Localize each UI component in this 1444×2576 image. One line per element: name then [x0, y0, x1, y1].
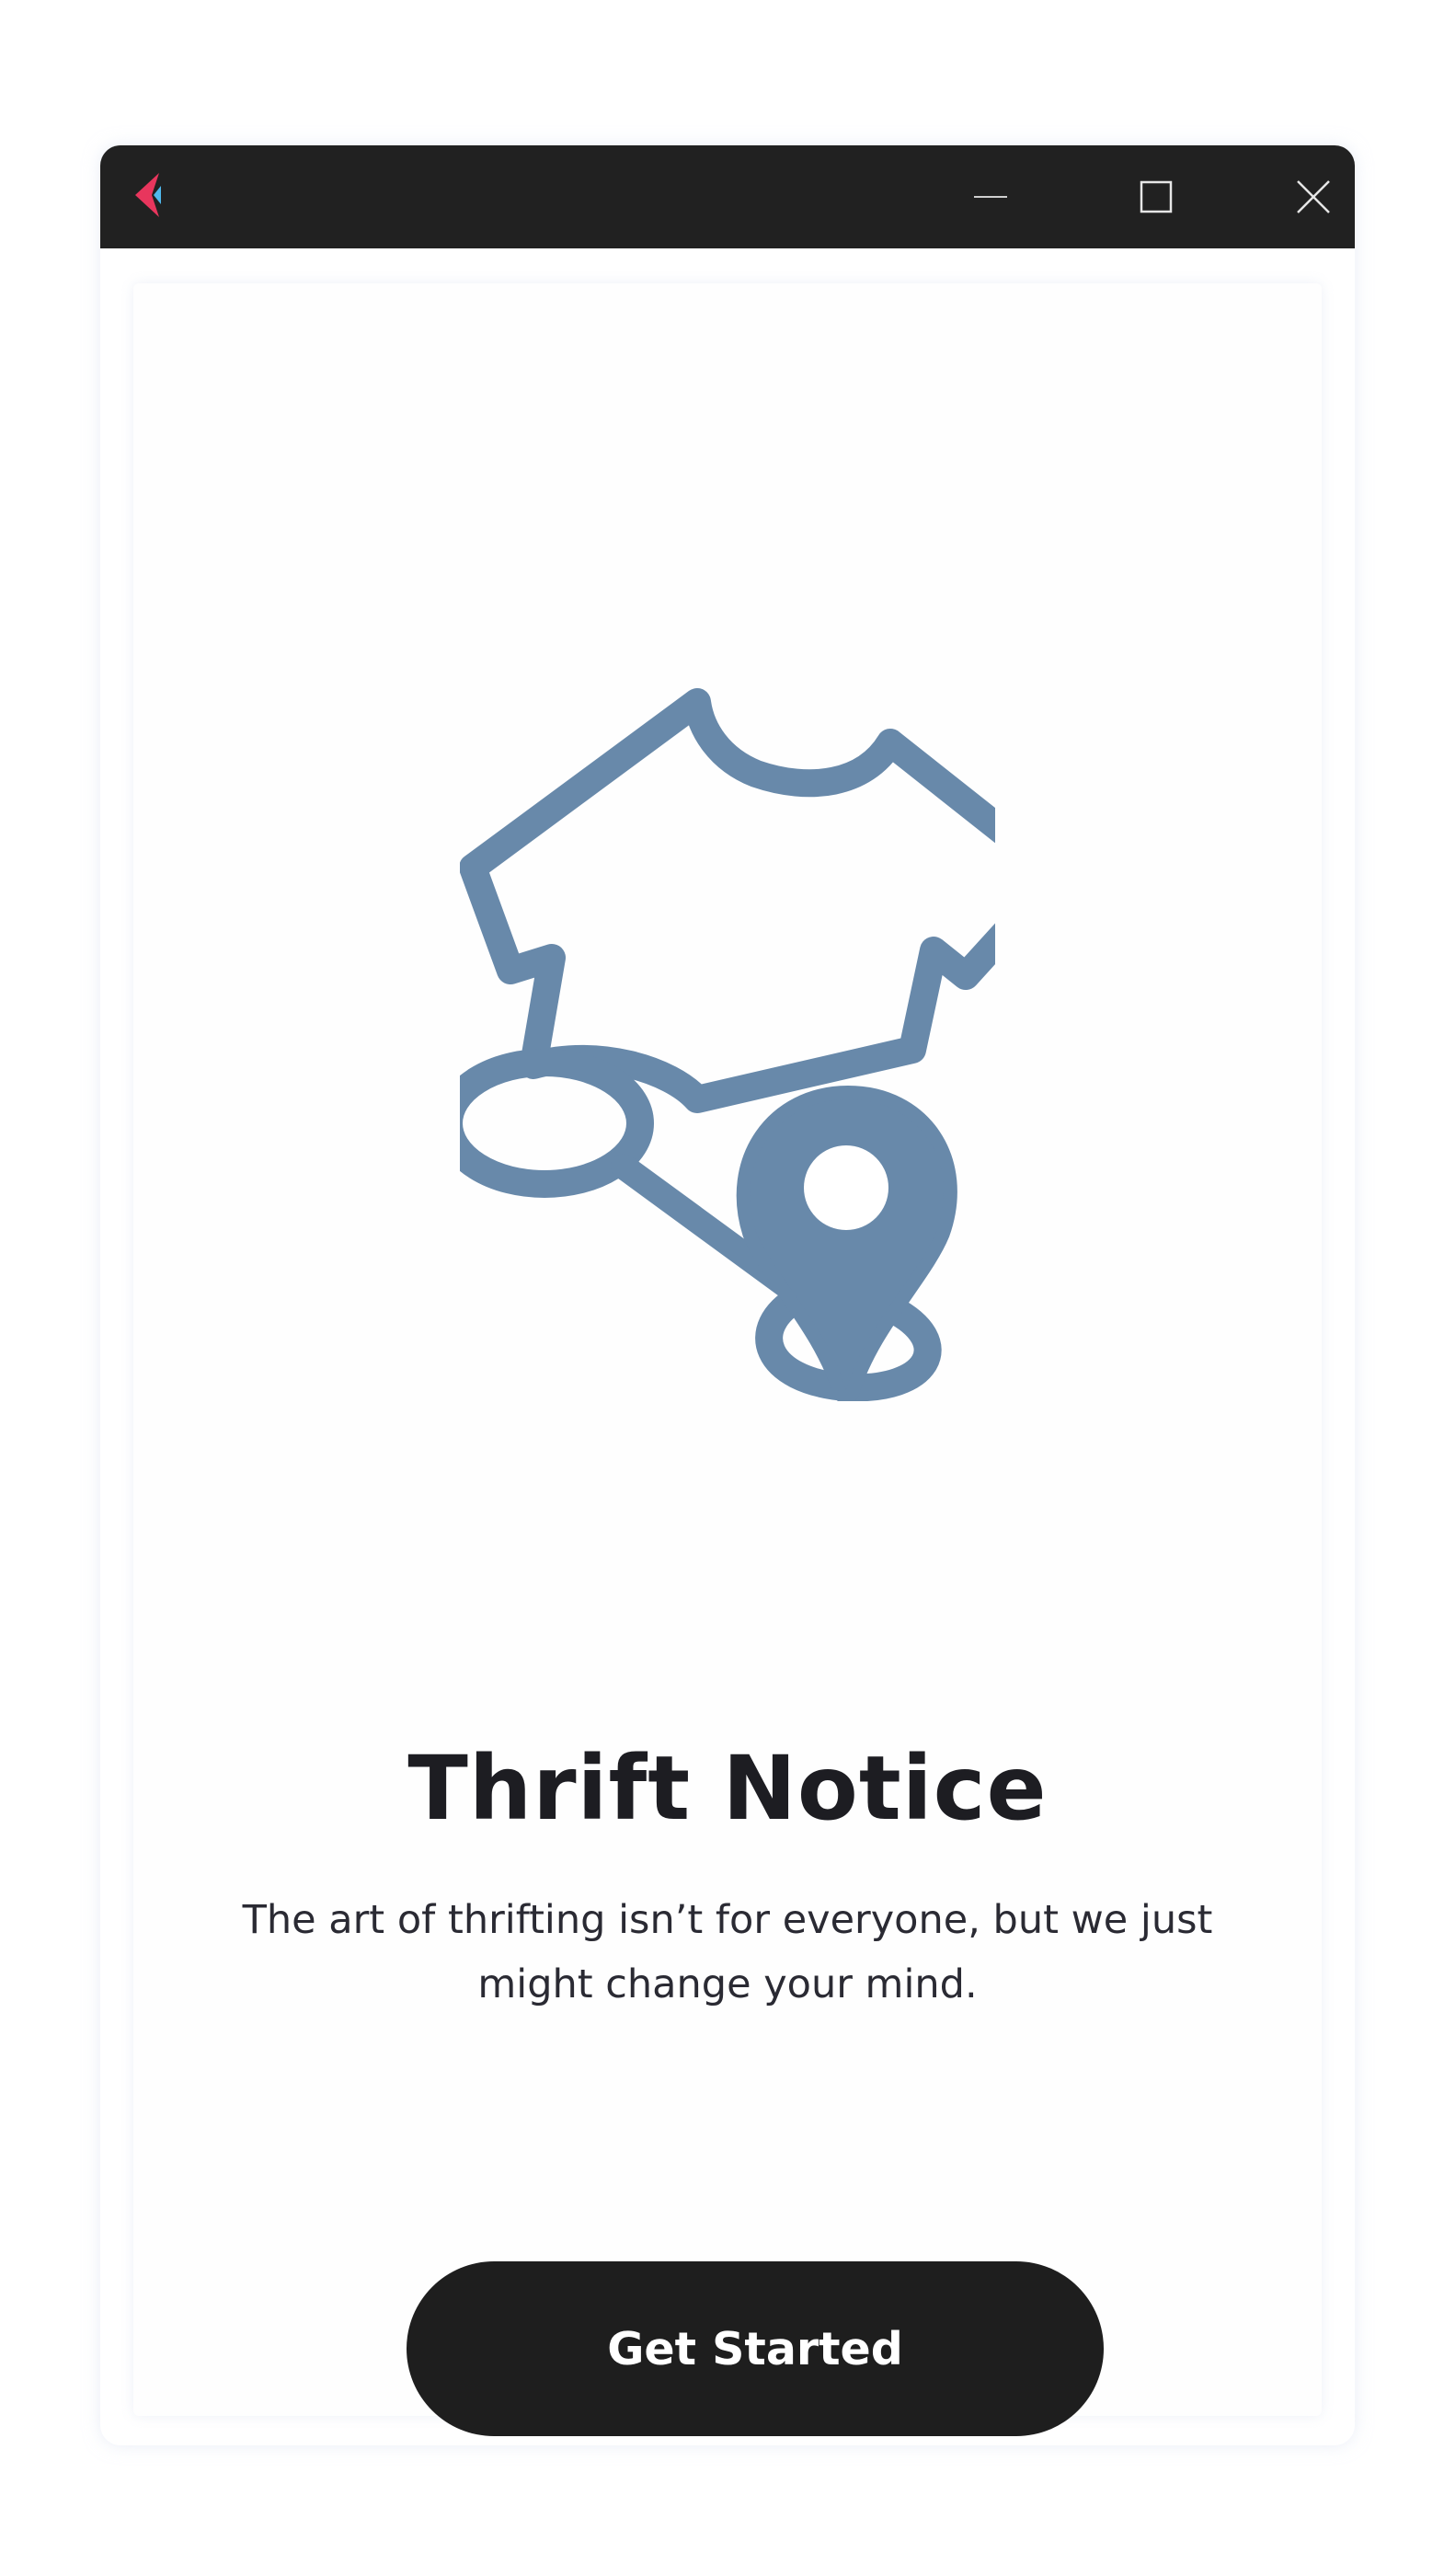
maximize-button[interactable]	[1106, 145, 1207, 248]
close-icon	[1296, 180, 1330, 213]
page-subtitle: The art of thrifting isn’t for everyone,…	[242, 1897, 1213, 2007]
minimize-button[interactable]	[940, 145, 1041, 248]
title-bar[interactable]	[100, 145, 1355, 248]
app-window: Thrift Notice The art of thrifting isn’t…	[100, 145, 1355, 2445]
close-button[interactable]	[1271, 145, 1355, 248]
page-title: Thrift Notice	[407, 1737, 1048, 1840]
app-logo-icon	[135, 173, 161, 217]
minimize-icon	[974, 196, 1007, 198]
maximize-icon	[1140, 180, 1173, 213]
get-started-button[interactable]: Get Started	[407, 2261, 1104, 2436]
thrift-shirt-location-icon	[460, 684, 1003, 1401]
onboarding-card: Thrift Notice The art of thrifting isn’t…	[133, 283, 1322, 2436]
